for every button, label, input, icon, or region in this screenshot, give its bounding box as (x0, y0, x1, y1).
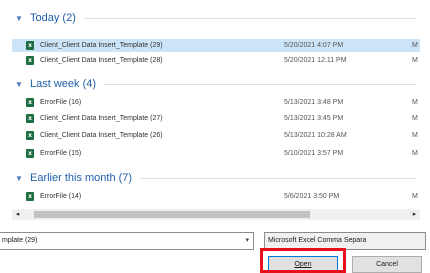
file-name: ErrorFile (15) (40, 150, 82, 157)
file-date: 5/13/2021 10:28 AM (284, 132, 347, 139)
file-type-cell: M (412, 115, 418, 122)
file-row[interactable]: x Client_Client Data Insert_Template (28… (12, 54, 420, 67)
file-date: 5/10/2021 3:57 PM (284, 150, 344, 157)
file-type-cell: M (412, 57, 418, 64)
group-title: Today (2) (30, 12, 76, 24)
file-date: 5/20/2021 12:11 PM (284, 57, 347, 64)
highlight-box (260, 248, 346, 273)
file-name: Client_Client Data Insert_Template (27) (40, 115, 163, 122)
file-date: 5/13/2021 3:48 PM (284, 99, 344, 106)
filename-value: mplate (29) (2, 237, 38, 244)
file-open-dialog: ▼ Today (2) x Client_Client Data Insert_… (0, 0, 430, 273)
excel-file-icon: x (26, 98, 34, 107)
file-date: 5/6/2021 3:50 PM (284, 193, 340, 200)
group-divider (83, 17, 416, 19)
file-name: ErrorFile (16) (40, 99, 82, 106)
cancel-button[interactable]: Cancel (352, 256, 422, 273)
group-divider (140, 177, 416, 179)
file-name: ErrorFile (14) (40, 193, 82, 200)
group-divider (104, 83, 416, 85)
horizontal-scrollbar[interactable]: ◂ ▸ (12, 209, 420, 220)
chevron-down-icon[interactable]: ▼ (12, 171, 26, 185)
excel-file-icon: x (26, 56, 34, 65)
file-row[interactable]: x ErrorFile (15) 5/10/2021 3:57 PM M (12, 147, 420, 160)
file-type-cell: M (412, 132, 418, 139)
chevron-down-icon[interactable]: ▼ (12, 77, 26, 91)
group-header-earlier-this-month[interactable]: ▼ Earlier this month (7) (12, 170, 420, 186)
group-title: Last week (4) (30, 78, 97, 90)
excel-file-icon: x (26, 149, 34, 158)
excel-file-icon: x (26, 114, 34, 123)
file-date: 5/20/2021 4:07 PM (284, 42, 344, 49)
group-header-last-week[interactable]: ▼ Last week (4) (12, 76, 420, 92)
group-header-today[interactable]: ▼ Today (2) (12, 10, 420, 26)
group-title: Earlier this month (7) (30, 172, 133, 184)
file-date: 5/13/2021 3:45 PM (284, 115, 344, 122)
file-type-cell: M (412, 42, 418, 49)
scrollbar-thumb[interactable] (34, 211, 310, 218)
file-row[interactable]: x Client_Client Data Insert_Template (26… (12, 129, 420, 142)
file-name: Client_Client Data Insert_Template (28) (40, 57, 163, 64)
file-list: ▼ Today (2) x Client_Client Data Insert_… (12, 8, 420, 209)
file-row[interactable]: x Client_Client Data Insert_Template (29… (12, 39, 420, 52)
chevron-down-icon[interactable]: ▼ (12, 11, 26, 25)
chevron-down-icon[interactable]: ▾ (245, 233, 249, 249)
file-row[interactable]: x Client_Client Data Insert_Template (27… (12, 112, 420, 125)
file-type-cell: M (412, 193, 418, 200)
file-row[interactable]: x ErrorFile (14) 5/6/2021 3:50 PM M (12, 190, 420, 203)
file-name: Client_Client Data Insert_Template (26) (40, 132, 163, 139)
excel-file-icon: x (26, 131, 34, 140)
filename-input[interactable]: mplate (29) ▾ (0, 232, 254, 250)
excel-file-icon: x (26, 41, 34, 50)
excel-file-icon: x (26, 192, 34, 201)
file-row[interactable]: x ErrorFile (16) 5/13/2021 3:48 PM M (12, 96, 420, 109)
scroll-right-icon[interactable]: ▸ (409, 209, 420, 220)
file-type-cell: M (412, 99, 418, 106)
scroll-left-icon[interactable]: ◂ (12, 209, 23, 220)
file-type-cell: M (412, 150, 418, 157)
file-name: Client_Client Data Insert_Template (29) (40, 42, 163, 49)
